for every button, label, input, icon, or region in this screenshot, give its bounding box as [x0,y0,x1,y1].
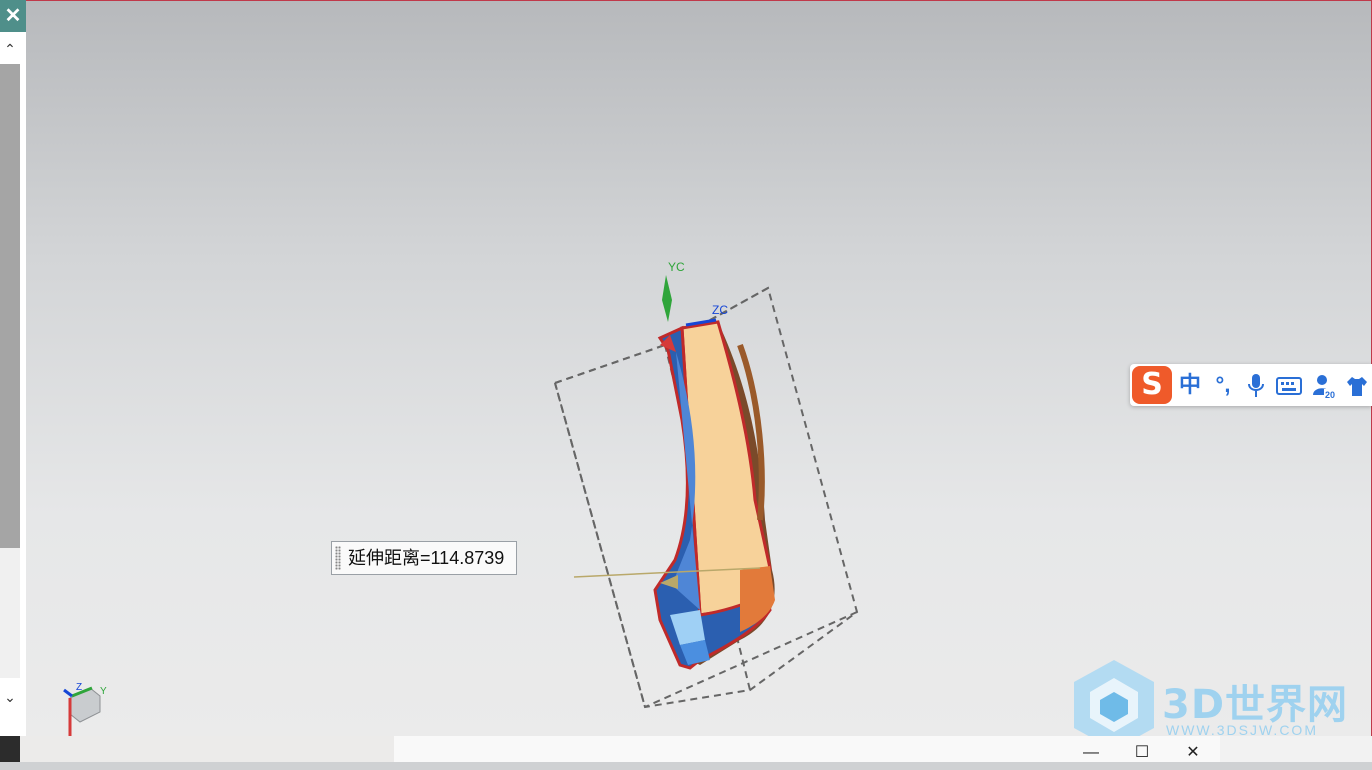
taskbar: — ☐ ✕ [0,736,1372,762]
extension-distance-label[interactable]: 延伸距离=114.8739 [331,541,517,575]
axis-label-zc: ZC [712,303,728,317]
minimize-button[interactable]: — [1068,736,1114,762]
user-icon[interactable]: 20 [1312,373,1340,401]
axis-label-yc: YC [668,260,685,274]
ime-toolbar[interactable]: S 中 °, 20 [1130,364,1372,406]
extension-distance-text: 延伸距离=114.8739 [348,548,505,568]
sogou-logo-icon[interactable]: S [1132,366,1172,404]
triad-label-z: Z [76,682,82,693]
taskbar-start-area[interactable] [0,736,20,762]
window-close-button[interactable]: ✕ [1170,736,1216,762]
taskbar-segment [20,736,394,762]
skin-shirt-icon[interactable] [1346,375,1368,397]
ime-mode-toggle[interactable]: 中 [1178,370,1202,400]
triad-label-y: Y [100,686,107,697]
svg-text:20: 20 [1325,390,1335,400]
shoe-part-model[interactable] [653,320,775,670]
keyboard-icon[interactable] [1276,376,1302,396]
microphone-icon[interactable] [1246,373,1266,399]
ime-punctuation-toggle[interactable]: °, [1210,370,1236,400]
view-triad-icon[interactable] [63,686,101,736]
drag-grip-icon[interactable] [335,546,341,570]
maximize-button[interactable]: ☐ [1119,736,1165,762]
